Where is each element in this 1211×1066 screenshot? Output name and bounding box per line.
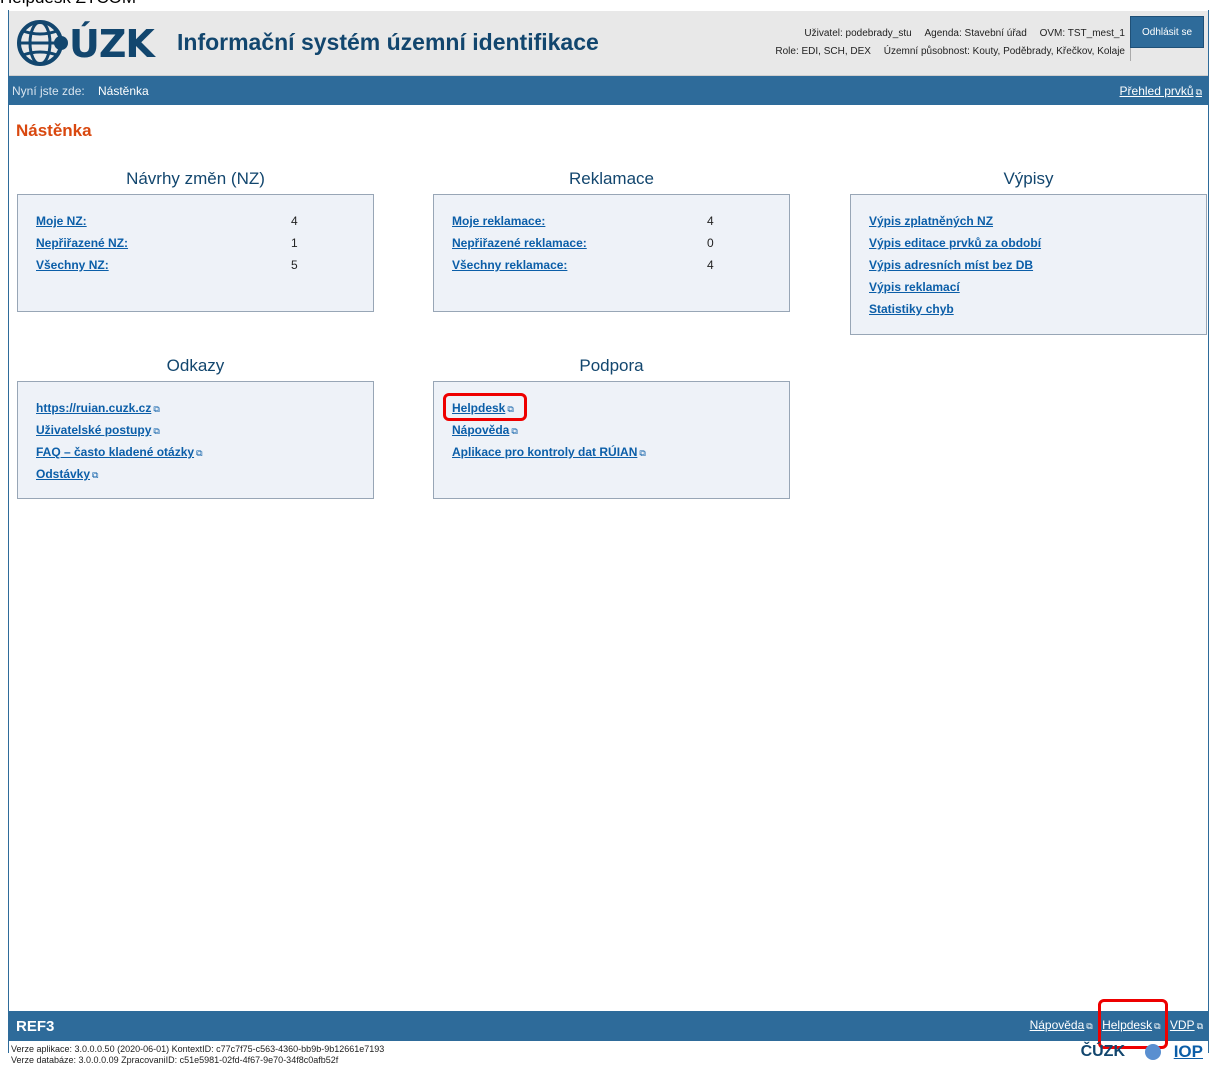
cuzk-logo[interactable]: ÚZK <box>15 17 165 69</box>
footer-helpdesk-highlight <box>1098 999 1168 1049</box>
vypis-zplatnenych-nz-link[interactable]: Výpis zplatněných NZ <box>869 214 993 228</box>
logout-button[interactable]: Odhlásit se <box>1130 16 1204 48</box>
vsechny-reklamace-count: 4 <box>707 258 714 272</box>
moje-nz-count: 4 <box>291 214 298 228</box>
panel-title-vypisy: Výpisy <box>1003 169 1054 188</box>
vypisy-row: Výpis adresních míst bez DB <box>869 258 1033 276</box>
reklamace-row-vsechny: Všechny reklamace: 4 <box>452 258 714 276</box>
vsechny-nz-link[interactable]: Všechny NZ: <box>36 258 109 272</box>
neprirazene-reklamace-count: 0 <box>707 236 714 250</box>
globe-icon <box>17 20 68 66</box>
odkazy-row: Uživatelské postupy ⧉ <box>36 423 160 441</box>
vsechny-reklamace-link[interactable]: Všechny reklamace: <box>452 258 567 272</box>
moje-reklamace-count: 4 <box>707 214 714 228</box>
footer-bar: REF3 Nápověda ⧉ Helpdesk ⧉ VDP ⧉ <box>9 1011 1208 1041</box>
external-link-icon: ⧉ <box>92 470 99 480</box>
page-title: Nástěnka <box>16 121 92 140</box>
podpora-row: Aplikace pro kontroly dat RÚIAN ⧉ <box>452 445 646 463</box>
vypis-editace-prvku-link[interactable]: Výpis editace prvků za období <box>869 236 1041 250</box>
panel-nz: Moje NZ: 4 Nepřiřazené NZ: 1 Všechny NZ:… <box>17 194 374 312</box>
logo-text: ÚZK <box>69 22 155 66</box>
territory-label: Územní působnost: Kouty, Poděbrady, Křeč… <box>883 46 1125 57</box>
odkazy-row: Odstávky ⧉ <box>36 467 98 485</box>
panel-title-nz: Návrhy změn (NZ) <box>126 169 265 188</box>
reklamace-row-neprirazene: Nepřiřazené reklamace: 0 <box>452 236 714 254</box>
external-link-icon: ⧉ <box>1086 1021 1093 1031</box>
ruian-web-link[interactable]: https://ruian.cuzk.cz <box>36 401 151 415</box>
panel-vypisy: Výpis zplatněných NZ Výpis editace prvků… <box>850 194 1207 335</box>
vsechny-nz-count: 5 <box>291 258 298 272</box>
agenda-label: Agenda: Stavební úřad <box>924 28 1027 39</box>
vypisy-row: Výpis zplatněných NZ <box>869 214 993 232</box>
footer-vdp-link[interactable]: VDP <box>1170 1018 1195 1032</box>
environment-label: REF3 <box>16 1018 55 1035</box>
user-label: Uživatel: podebrady_stu <box>804 28 912 39</box>
user-info: Uživatel: podebrady_stu Agenda: Stavební… <box>765 25 1131 61</box>
external-link-icon: ⧉ <box>153 426 160 436</box>
moje-nz-link[interactable]: Moje NZ: <box>36 214 87 228</box>
vypisy-row: Statistiky chyb <box>869 302 954 320</box>
cuzk-footer-logo[interactable]: ČÚZK <box>1081 1043 1125 1061</box>
ovm-label: OVM: TST_mest_1 <box>1039 28 1125 39</box>
vypisy-row: Výpis editace prvků za období <box>869 236 1041 254</box>
nz-row-neprirazene: Nepřiřazené NZ: 1 <box>36 236 298 254</box>
external-link-icon: ⧉ <box>511 426 518 436</box>
external-link-icon: ⧉ <box>153 404 160 414</box>
kontroly-dat-link[interactable]: Aplikace pro kontroly dat RÚIAN <box>452 445 637 459</box>
panel-title-reklamace: Reklamace <box>568 169 655 188</box>
panel-reklamace: Moje reklamace: 4 Nepřiřazené reklamace:… <box>433 194 790 312</box>
external-link-icon: ⧉ <box>639 448 646 458</box>
document-snippet: Helpdesk ZTCOM <box>0 0 136 10</box>
vypisy-row: Výpis reklamací <box>869 280 960 298</box>
footer-napoveda-link[interactable]: Nápověda <box>1030 1018 1085 1032</box>
header: ÚZK Informační systém územní identifikac… <box>9 11 1208 76</box>
nz-row-moje: Moje NZ: 4 <box>36 214 298 232</box>
breadcrumb-prefix: Nyní jste zde: <box>12 84 85 98</box>
role-label: Role: EDI, SCH, DEX <box>775 46 871 57</box>
statistiky-chyb-link[interactable]: Statistiky chyb <box>869 302 954 316</box>
faq-link[interactable]: FAQ – často kladené otázky <box>36 445 194 459</box>
app-title: Informační systém územní identifikace <box>177 29 599 55</box>
odkazy-row: FAQ – často kladené otázky ⧉ <box>36 445 203 463</box>
breadcrumb-current: Nástěnka <box>98 84 149 98</box>
podpora-row: Nápověda ⧉ <box>452 423 518 441</box>
version-db: Verze databáze: 3.0.0.0.09 ZpracovaniID:… <box>11 1055 339 1065</box>
window-frame <box>8 10 1209 1053</box>
external-link-icon: ⧉ <box>196 448 203 458</box>
panel-title-odkazy: Odkazy <box>166 356 225 375</box>
uzivatelske-postupy-link[interactable]: Uživatelské postupy <box>36 423 151 437</box>
reklamace-row-moje: Moje reklamace: 4 <box>452 214 714 232</box>
panel-title-podpora: Podpora <box>579 356 644 375</box>
external-link-icon: ⧉ <box>1196 1021 1203 1031</box>
breadcrumb: Nyní jste zde: Nástěnka Přehled prvků ⧉ <box>9 76 1208 105</box>
panel-odkazy: https://ruian.cuzk.cz ⧉ Uživatelské postu… <box>17 381 374 499</box>
iop-link[interactable]: IOP <box>1174 1042 1203 1062</box>
nz-row-vsechny: Všechny NZ: 5 <box>36 258 298 276</box>
neprirazene-nz-count: 1 <box>291 236 298 250</box>
odkazy-row: https://ruian.cuzk.cz ⧉ <box>36 401 160 419</box>
external-link-icon: ⧉ <box>1195 87 1202 97</box>
version-app: Verze aplikace: 3.0.0.0.50 (2020-06-01) … <box>11 1044 385 1054</box>
moje-reklamace-link[interactable]: Moje reklamace: <box>452 214 545 228</box>
iop-logo-icon <box>1145 1044 1161 1060</box>
napoveda-link[interactable]: Nápověda <box>452 423 509 437</box>
neprirazene-reklamace-link[interactable]: Nepřiřazené reklamace: <box>452 236 587 250</box>
helpdesk-highlight <box>443 393 527 421</box>
overview-link-label: Přehled prvků <box>1119 84 1194 98</box>
odstavky-link[interactable]: Odstávky <box>36 467 90 481</box>
vypis-reklamaci-link[interactable]: Výpis reklamací <box>869 280 960 294</box>
overview-link[interactable]: Přehled prvků ⧉ <box>1120 84 1202 98</box>
version-info: Verze aplikace: 3.0.0.0.50 (2020-06-01) … <box>11 1044 384 1066</box>
neprirazene-nz-link[interactable]: Nepřiřazené NZ: <box>36 236 128 250</box>
vypis-adresnich-mist-link[interactable]: Výpis adresních míst bez DB <box>869 258 1033 272</box>
